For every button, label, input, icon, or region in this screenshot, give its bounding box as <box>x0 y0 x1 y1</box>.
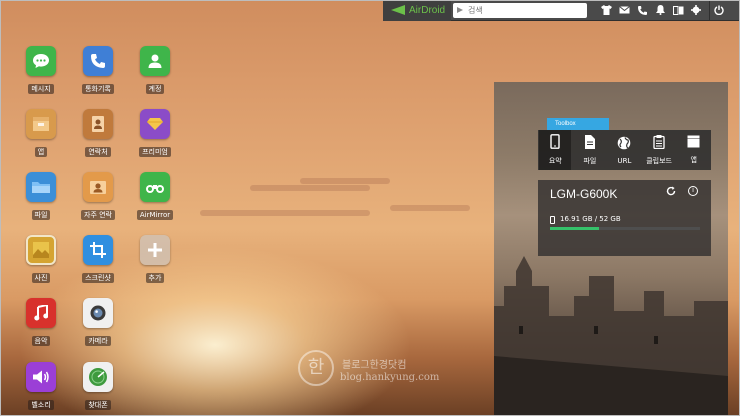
play-store-icon <box>457 7 463 13</box>
app-find-phone[interactable]: 찾대폰 <box>73 362 123 411</box>
storage-bar <box>550 227 700 230</box>
cloud-streak <box>390 205 470 211</box>
app-files[interactable]: 파일 <box>16 172 66 221</box>
app-account[interactable]: 계정 <box>130 46 180 95</box>
app-label: 카메라 <box>85 336 111 346</box>
crop-icon <box>83 235 113 265</box>
toolbox-summary[interactable]: 요약 <box>539 130 572 170</box>
globe-icon <box>617 136 631 155</box>
app-add[interactable]: 추가 <box>130 235 180 284</box>
file-icon <box>584 134 596 154</box>
app-premium[interactable]: 프리미엄 <box>130 109 180 158</box>
folder-icon <box>26 172 56 202</box>
toolbox: 요약 파일 URL 클립보드 앱 <box>538 130 711 170</box>
app-label: 스크린샷 <box>82 273 114 283</box>
app-label: 추가 <box>145 273 165 283</box>
app-label: 벨소리 <box>28 400 54 410</box>
info-icon[interactable]: i <box>688 186 698 196</box>
toolbox-label: 클립보드 <box>646 156 672 165</box>
search-input[interactable] <box>468 5 578 15</box>
clipboard-icon <box>653 134 665 154</box>
toolbox-tab[interactable]: Toolbox <box>547 118 609 130</box>
diamond-icon <box>140 109 170 139</box>
toolbox-label: 앱 <box>690 156 697 164</box>
mail-icon[interactable] <box>615 0 633 21</box>
cloud-streak <box>250 185 370 191</box>
plus-icon <box>140 235 170 265</box>
app-label: 파일 <box>31 210 51 220</box>
app-label: 자주 연락 <box>81 210 115 220</box>
toolbox-label: 파일 <box>583 156 597 165</box>
bell-icon[interactable] <box>651 0 669 21</box>
power-icon[interactable] <box>710 0 728 21</box>
toolbox-label: 요약 <box>548 157 562 165</box>
toolbox-url[interactable]: URL <box>608 136 640 165</box>
app-apps[interactable]: 앱 <box>16 109 66 158</box>
device-panel: Toolbox 요약 파일 URL 클립보드 앱 LGM-G600K i 16.… <box>494 82 728 416</box>
music-icon <box>26 298 56 328</box>
radar-icon <box>83 362 113 392</box>
cloud-streak <box>200 210 370 216</box>
brand-name: AirDroid <box>409 4 446 16</box>
app-music[interactable]: 음악 <box>16 298 66 347</box>
toolbox-apps[interactable]: 앱 <box>678 135 710 165</box>
app-label: 앱 <box>34 147 48 157</box>
binoculars-icon <box>140 172 170 202</box>
phone-outline-icon <box>550 134 560 154</box>
app-label: 프리미엄 <box>139 147 171 157</box>
airdroid-logo[interactable]: AirDroid <box>383 0 451 21</box>
app-call-log[interactable]: 통화기록 <box>73 46 123 95</box>
device-card: LGM-G600K i 16.91 GB / 52 GB <box>538 180 711 256</box>
photo-icon <box>26 235 56 265</box>
app-label: AirMirror <box>136 210 174 220</box>
person-icon <box>140 46 170 76</box>
app-label: 음악 <box>31 336 51 346</box>
app-label: 메시지 <box>28 84 54 94</box>
storage-bar-fill <box>550 227 599 230</box>
watermark-url: blog.hankyung.com <box>340 372 440 383</box>
watermark-title: 블로그한경닷컴 <box>342 360 407 371</box>
watermark-seal: 한 <box>298 350 334 386</box>
app-box-icon <box>687 135 700 153</box>
storage-text: 16.91 GB / 52 GB <box>560 215 621 223</box>
app-label: 계정 <box>145 84 165 94</box>
speaker-icon <box>26 362 56 392</box>
app-photos[interactable]: 사진 <box>16 235 66 284</box>
app-label: 연락처 <box>85 147 111 157</box>
phone-storage-icon <box>550 216 555 224</box>
top-bar: AirDroid <box>383 0 740 21</box>
app-airmirror[interactable]: AirMirror <box>130 172 180 221</box>
tshirt-icon[interactable] <box>597 0 615 21</box>
toolbox-clipboard[interactable]: 클립보드 <box>643 134 675 166</box>
toolbox-label: URL <box>617 156 632 165</box>
cloud-streak <box>300 178 390 184</box>
app-label: 통화기록 <box>82 84 114 94</box>
app-label: 사진 <box>31 273 51 283</box>
refresh-icon[interactable] <box>666 186 676 199</box>
app-ringtones[interactable]: 벨소리 <box>16 362 66 411</box>
search-box[interactable] <box>453 2 587 18</box>
app-frequent-contacts[interactable]: 자주 연락 <box>73 172 123 221</box>
toolbox-files[interactable]: 파일 <box>574 134 606 166</box>
airdroid-arrow-icon <box>391 5 405 15</box>
frequent-contacts-icon <box>83 172 113 202</box>
contacts-icon <box>83 109 113 139</box>
app-label: 찾대폰 <box>85 400 111 410</box>
app-contacts[interactable]: 연락처 <box>73 109 123 158</box>
camera-icon <box>83 298 113 328</box>
package-icon <box>26 109 56 139</box>
app-messages[interactable]: 메시지 <box>16 46 66 95</box>
chat-icon <box>26 46 56 76</box>
book-icon[interactable] <box>669 0 687 21</box>
top-icon-group <box>597 0 728 21</box>
app-camera[interactable]: 카메라 <box>73 298 123 347</box>
app-screenshot[interactable]: 스크린샷 <box>73 235 123 284</box>
phone-icon <box>83 46 113 76</box>
phone-icon[interactable] <box>633 0 651 21</box>
device-name: LGM-G600K <box>550 187 618 201</box>
gear-icon[interactable] <box>687 0 705 21</box>
